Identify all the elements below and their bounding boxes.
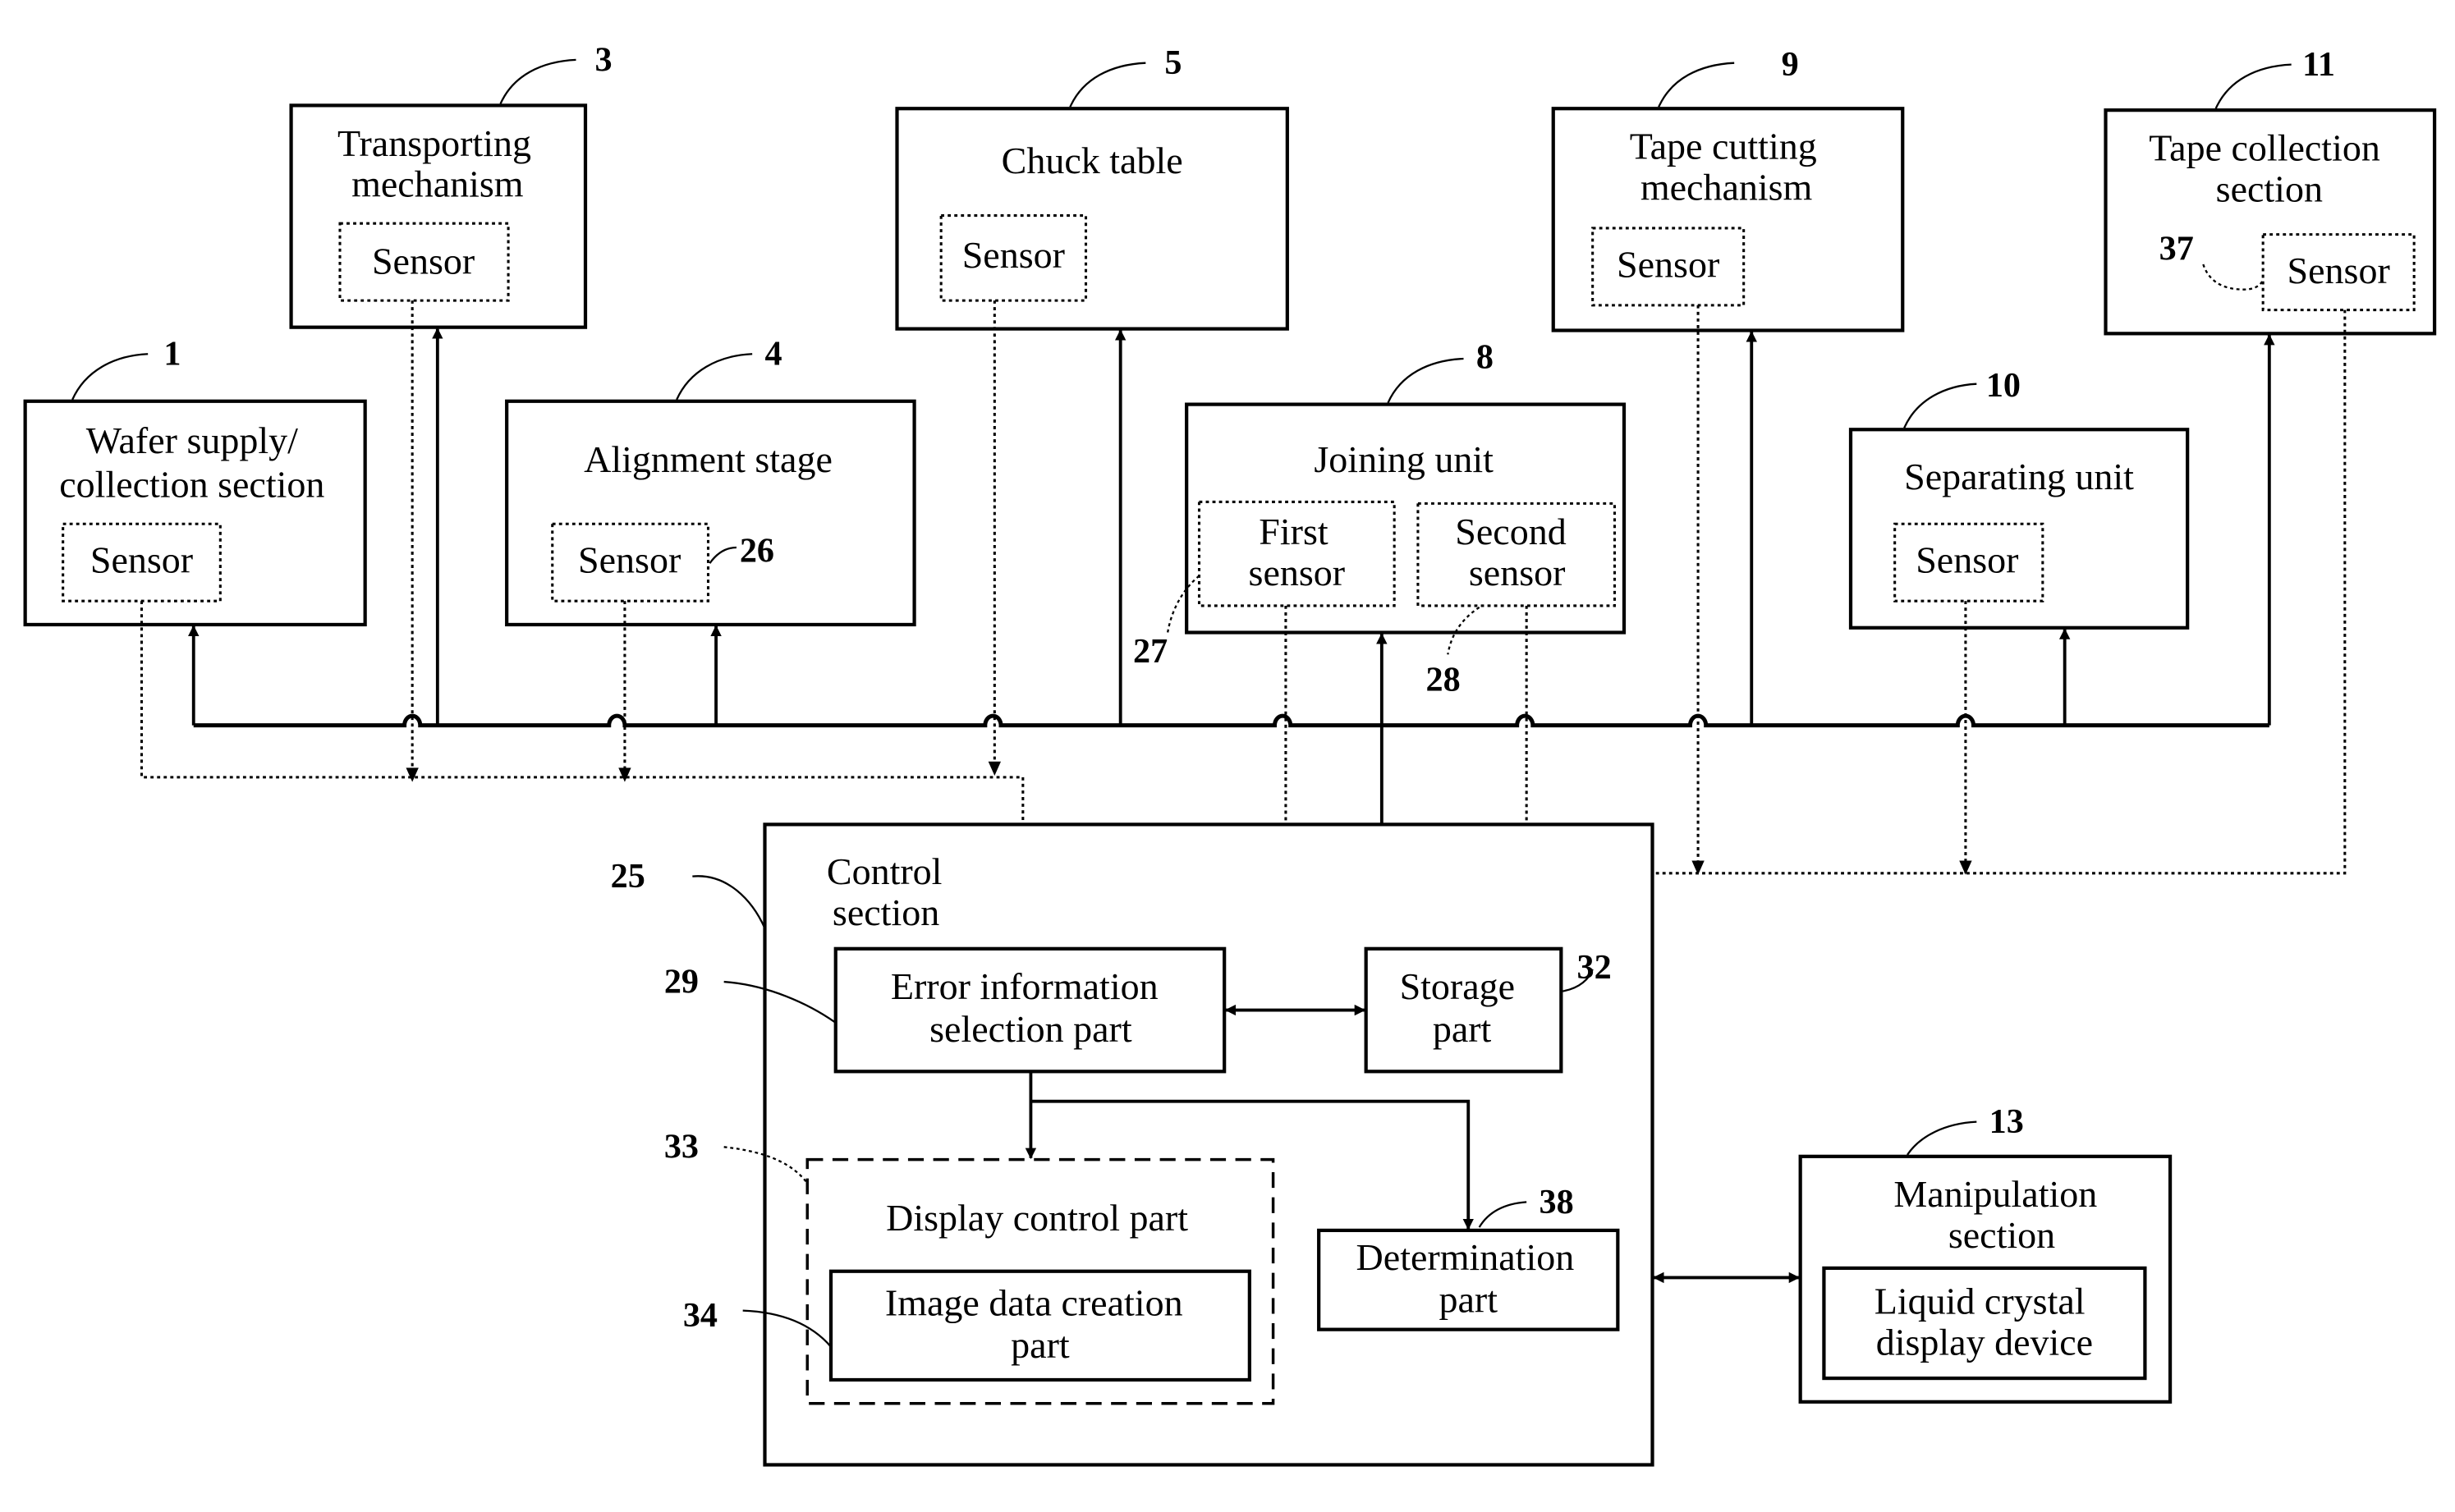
second-sensor-label-1: Second [1455, 511, 1566, 552]
manipulation-label-2: section [1948, 1214, 2055, 1256]
storage-label-2: part [1433, 1008, 1492, 1050]
joining-unit-label: Joining unit [1314, 438, 1494, 480]
tape-cutting-sensor-label: Sensor [1617, 243, 1719, 285]
transporting-sensor-label: Sensor [372, 241, 475, 282]
separating-block: Separating unit Sensor 10 [1848, 366, 2190, 630]
transporting-label-2: mechanism [351, 163, 524, 205]
ref-26: 26 [740, 531, 774, 570]
ref-33: 33 [664, 1128, 699, 1166]
ref-11: 11 [2302, 45, 2335, 84]
manipulation-block: Manipulation section Liquid crystal disp… [1798, 1102, 2173, 1404]
lcd-label-1: Liquid crystal [1875, 1280, 2086, 1322]
chuck-table-block: Chuck table Sensor 5 [895, 44, 1289, 331]
ref-1: 1 [163, 335, 181, 373]
storage-label-1: Storage [1400, 965, 1516, 1007]
second-sensor-label-2: sensor [1469, 552, 1566, 593]
control-label-2: section [833, 891, 939, 933]
ref-32: 32 [1577, 948, 1612, 987]
ref-8: 8 [1476, 338, 1494, 377]
ref-27: 27 [1133, 632, 1168, 671]
determination-label-2: part [1439, 1279, 1498, 1321]
tape-collection-sensor-label: Sensor [2288, 250, 2390, 291]
ref-10: 10 [1986, 366, 2021, 405]
ref-38: 38 [1539, 1183, 1573, 1221]
ref-34: 34 [683, 1296, 718, 1335]
ref-28: 28 [1426, 660, 1461, 699]
first-sensor-label-2: sensor [1249, 552, 1346, 593]
image-data-label-2: part [1011, 1324, 1070, 1366]
transporting-label-1: Transporting [337, 122, 531, 164]
ref-3: 3 [594, 40, 612, 79]
image-data-label-1: Image data creation [885, 1281, 1183, 1323]
tape-cutting-label-2: mechanism [1640, 166, 1813, 208]
first-sensor-label-1: First [1259, 511, 1328, 552]
transporting-block: Transporting mechanism Sensor 3 [289, 40, 613, 329]
tape-collection-label-1: Tape collection [2149, 127, 2380, 169]
separating-sensor-label: Sensor [1916, 539, 2018, 581]
wafer-supply-label-1: Wafer supply/ [86, 419, 298, 461]
ref-4: 4 [765, 335, 782, 373]
chuck-table-sensor-label: Sensor [962, 234, 1065, 276]
tape-collection-block: Tape collection section Sensor 37 11 [2104, 45, 2437, 336]
alignment-sensor-label: Sensor [578, 539, 681, 581]
wafer-supply-sensor-label: Sensor [90, 539, 193, 581]
determination-label-1: Determination [1356, 1236, 1575, 1278]
error-selection-label-2: selection part [929, 1008, 1132, 1050]
joining-unit-block: Joining unit First sensor Second sensor … [1133, 338, 1627, 699]
ref-9: 9 [1782, 45, 1799, 84]
chuck-table-label: Chuck table [1002, 140, 1183, 181]
alignment-block: Alignment stage Sensor 26 4 [505, 335, 916, 627]
lcd-label-2: display device [1876, 1321, 2093, 1363]
wafer-supply-label-2: collection section [59, 464, 324, 506]
ref-13: 13 [1989, 1102, 2024, 1141]
ref-5: 5 [1164, 44, 1182, 82]
wafer-supply-block: Wafer supply/ collection section Sensor … [23, 335, 367, 627]
tape-cutting-block: Tape cutting mechanism Sensor 9 [1551, 45, 1905, 332]
separating-label: Separating unit [1904, 456, 2134, 497]
ref-29: 29 [664, 962, 699, 1001]
ref-25: 25 [611, 857, 645, 896]
alignment-label: Alignment stage [584, 438, 833, 480]
ref-37: 37 [2159, 229, 2194, 268]
tape-collection-label-2: section [2216, 167, 2323, 209]
error-selection-label-1: Error information [891, 965, 1159, 1007]
tape-cutting-label-1: Tape cutting [1630, 126, 1817, 167]
display-control-label: Display control part [886, 1197, 1188, 1239]
manipulation-label-1: Manipulation [1893, 1173, 2097, 1215]
block-diagram: Wafer supply/ collection section Sensor … [23, 40, 2437, 1467]
control-section-block: Control section 25 Error information sel… [611, 822, 1654, 1467]
control-label-1: Control [827, 850, 943, 892]
